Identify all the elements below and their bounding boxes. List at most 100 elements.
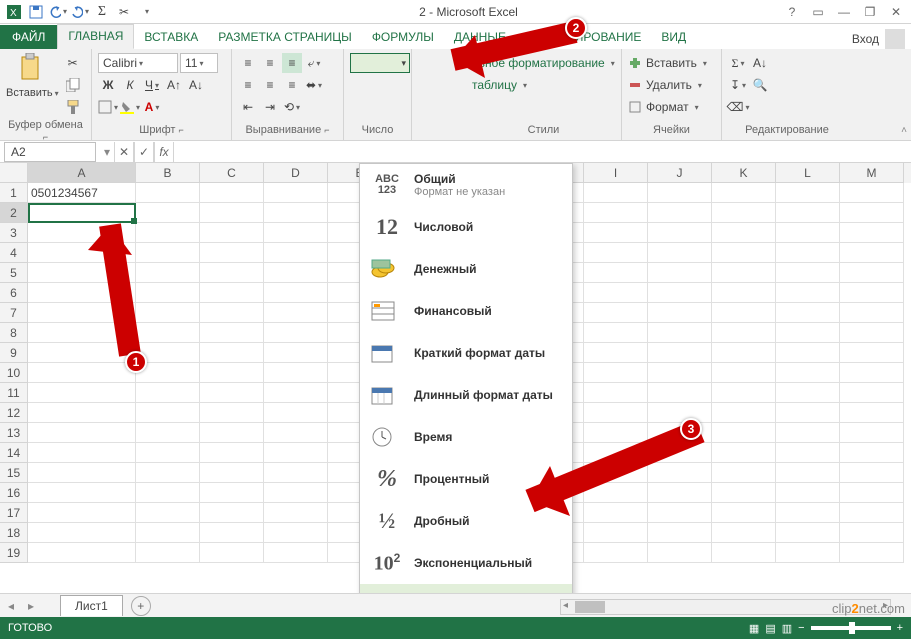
- tab-view[interactable]: ВИД: [651, 26, 696, 49]
- row-header[interactable]: 17: [0, 503, 28, 523]
- font-name-combo[interactable]: Calibri: [98, 53, 178, 73]
- row-header[interactable]: 10: [0, 363, 28, 383]
- view-normal-icon[interactable]: ▦: [749, 622, 759, 635]
- row-header[interactable]: 14: [0, 443, 28, 463]
- find-select-icon[interactable]: 🔍: [750, 75, 770, 95]
- sheet-tab[interactable]: Лист1: [60, 595, 123, 616]
- col-header[interactable]: K: [712, 163, 776, 183]
- row-header[interactable]: 11: [0, 383, 28, 403]
- borders-icon[interactable]: [98, 97, 118, 117]
- format-item-scientific[interactable]: 102Экспоненциальный: [360, 542, 572, 584]
- col-header[interactable]: D: [264, 163, 328, 183]
- number-format-dropdown[interactable]: ▾: [350, 53, 410, 73]
- format-as-table-button[interactable]: таблицу: [472, 75, 615, 95]
- close-icon[interactable]: ✕: [885, 3, 907, 21]
- col-header[interactable]: C: [200, 163, 264, 183]
- fill-color-icon[interactable]: [120, 97, 140, 117]
- cut-icon[interactable]: ✂: [114, 2, 134, 22]
- row-header[interactable]: 6: [0, 283, 28, 303]
- sheet-nav-prev-icon[interactable]: ▸: [28, 599, 34, 613]
- zoom-slider[interactable]: [811, 626, 891, 630]
- col-header[interactable]: B: [136, 163, 200, 183]
- decrease-font-icon[interactable]: A↓: [186, 75, 206, 95]
- conditional-formatting-button[interactable]: овное форматирование: [472, 53, 615, 73]
- sort-filter-icon[interactable]: A↓: [750, 53, 770, 73]
- paste-button[interactable]: Вставить: [6, 87, 59, 99]
- row-header[interactable]: 16: [0, 483, 28, 503]
- decrease-indent-icon[interactable]: ⇤: [238, 97, 258, 117]
- tab-home[interactable]: ГЛАВНАЯ: [57, 24, 134, 49]
- row-header[interactable]: 4: [0, 243, 28, 263]
- zoom-in-icon[interactable]: +: [897, 622, 903, 634]
- format-item-time[interactable]: Время: [360, 416, 572, 458]
- align-top-icon[interactable]: ≡: [238, 53, 258, 73]
- paste-icon[interactable]: [18, 53, 46, 85]
- help-icon[interactable]: ?: [781, 3, 803, 21]
- format-item-accounting[interactable]: Финансовый: [360, 290, 572, 332]
- col-header[interactable]: L: [776, 163, 840, 183]
- delete-cells-button[interactable]: Удалить: [628, 75, 715, 95]
- row-header[interactable]: 18: [0, 523, 28, 543]
- formula-input[interactable]: [174, 142, 911, 162]
- orientation-icon[interactable]: ⟲: [282, 97, 302, 117]
- col-header[interactable]: J: [648, 163, 712, 183]
- format-item-short-date[interactable]: Краткий формат даты: [360, 332, 572, 374]
- zoom-out-icon[interactable]: −: [798, 622, 804, 634]
- format-item-currency[interactable]: Денежный: [360, 248, 572, 290]
- autosum-ribbon-icon[interactable]: Σ: [728, 53, 748, 73]
- collapse-ribbon-icon[interactable]: ˄: [901, 125, 907, 136]
- row-header[interactable]: 9: [0, 343, 28, 363]
- cut-ribbon-icon[interactable]: ✂: [63, 53, 83, 73]
- underline-button[interactable]: Ч: [142, 75, 162, 95]
- save-icon[interactable]: [26, 2, 46, 22]
- qat-customize-icon[interactable]: [136, 2, 156, 22]
- row-header[interactable]: 3: [0, 223, 28, 243]
- tab-formulas[interactable]: ФОРМУЛЫ: [362, 26, 444, 49]
- fx-icon[interactable]: fx: [154, 142, 174, 162]
- user-avatar-icon[interactable]: [885, 29, 905, 49]
- row-header[interactable]: 1: [0, 183, 28, 203]
- row-header[interactable]: 7: [0, 303, 28, 323]
- increase-indent-icon[interactable]: ⇥: [260, 97, 280, 117]
- increase-font-icon[interactable]: A↑: [164, 75, 184, 95]
- undo-icon[interactable]: [48, 2, 68, 22]
- sheet-nav-first-icon[interactable]: ◂: [8, 599, 14, 613]
- align-left-icon[interactable]: ≡: [238, 75, 258, 95]
- row-header[interactable]: 15: [0, 463, 28, 483]
- format-item-long-date[interactable]: Длинный формат даты: [360, 374, 572, 416]
- cancel-formula-icon[interactable]: ✕: [114, 142, 134, 162]
- copy-icon[interactable]: [63, 75, 83, 95]
- fill-icon[interactable]: ↧: [728, 75, 748, 95]
- tab-page-layout[interactable]: РАЗМЕТКА СТРАНИЦЫ: [208, 26, 362, 49]
- redo-icon[interactable]: [70, 2, 90, 22]
- select-all-corner[interactable]: [0, 163, 28, 183]
- format-cells-button[interactable]: Формат: [628, 97, 715, 117]
- sign-in-link[interactable]: Вход: [852, 32, 879, 46]
- align-middle-icon[interactable]: ≡: [260, 53, 280, 73]
- tab-file[interactable]: ФАЙЛ: [0, 25, 57, 49]
- format-painter-icon[interactable]: [63, 97, 83, 117]
- col-header[interactable]: M: [840, 163, 904, 183]
- insert-cells-button[interactable]: Вставить: [628, 53, 715, 73]
- view-page-break-icon[interactable]: ▥: [782, 622, 792, 635]
- enter-formula-icon[interactable]: ✓: [134, 142, 154, 162]
- clear-icon[interactable]: ⌫: [728, 97, 748, 117]
- font-color-icon[interactable]: A: [142, 97, 162, 117]
- format-item-fraction[interactable]: ½Дробный: [360, 500, 572, 542]
- align-bottom-icon[interactable]: ≡: [282, 53, 302, 73]
- col-header[interactable]: I: [584, 163, 648, 183]
- row-header[interactable]: 19: [0, 543, 28, 563]
- row-header[interactable]: 13: [0, 423, 28, 443]
- align-right-icon[interactable]: ≡: [282, 75, 302, 95]
- col-header[interactable]: A: [28, 163, 136, 183]
- namebox-dropdown-icon[interactable]: ▾: [100, 145, 114, 159]
- format-item-text[interactable]: ABCТекстовый: [360, 584, 572, 593]
- row-header[interactable]: 2: [0, 203, 28, 223]
- tab-insert[interactable]: ВСТАВКА: [134, 26, 208, 49]
- ribbon-display-icon[interactable]: ▭: [807, 3, 829, 21]
- autosum-icon[interactable]: Σ: [92, 2, 112, 22]
- minimize-icon[interactable]: —: [833, 3, 855, 21]
- view-page-layout-icon[interactable]: ▤: [765, 622, 775, 635]
- row-header[interactable]: 5: [0, 263, 28, 283]
- wrap-text-icon[interactable]: ⤶: [304, 53, 324, 73]
